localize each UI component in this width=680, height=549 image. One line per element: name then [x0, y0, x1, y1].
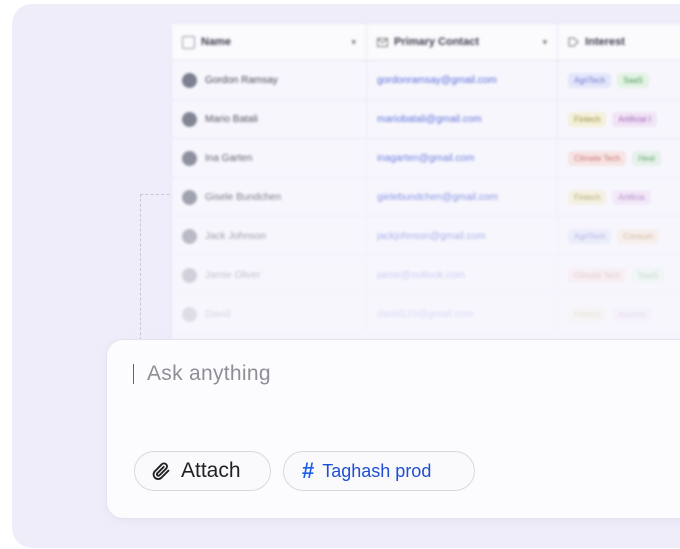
connector-line	[140, 194, 175, 345]
attach-label: Attach	[181, 459, 241, 482]
avatar	[182, 111, 197, 127]
table-row[interactable]: Mario Batali mariobatali@gmail.com Fintech…	[172, 100, 680, 139]
app-frame: Name ▾ Primary Contact ▾ Interest Gordon…	[12, 4, 680, 548]
cell-name[interactable]: Jamie Oliver	[172, 256, 368, 294]
cell-email[interactable]: jamie@outlook.com	[367, 256, 559, 294]
interest-tag: AgriTech	[568, 228, 612, 244]
chevron-down-icon[interactable]: ▾	[543, 37, 548, 48]
table-body: Gordon Ramsay gordonramsay@gmail.com AgriT…	[172, 61, 680, 334]
column-header-interest[interactable]: Interest	[558, 24, 680, 60]
interest-tag: Fintech	[568, 189, 607, 205]
tag-icon	[568, 37, 579, 47]
cell-email[interactable]: jackjohnson@gmail.com	[367, 217, 559, 255]
contact-email: david123@gmail.com	[377, 308, 474, 320]
context-tag-button[interactable]: # Taghash prod	[283, 451, 475, 491]
table-row[interactable]: Gordon Ramsay gordonramsay@gmail.com AgriT…	[172, 61, 680, 100]
avatar	[182, 306, 197, 322]
table-row[interactable]: Jamie Oliver jamie@outlook.com Climate Tec…	[172, 256, 680, 295]
cell-name[interactable]: Ina Garten	[172, 139, 368, 177]
cell-email[interactable]: gielebundchen@gmail.com	[367, 178, 559, 216]
chat-input-card[interactable]: Ask anything Attach # Taghash prod	[107, 340, 680, 518]
interest-tag: Artificia	[612, 189, 651, 205]
column-label: Primary Contact	[394, 36, 479, 48]
hashtag-icon: #	[302, 458, 315, 483]
cell-name[interactable]: Jack Johnson	[172, 217, 368, 255]
contact-name: David	[205, 308, 231, 320]
checkbox-icon[interactable]	[182, 35, 195, 49]
interest-tag: Climate Tech	[568, 267, 627, 283]
cell-email[interactable]: gordonramsay@gmail.com	[367, 61, 559, 99]
contact-name: Ina Garten	[205, 152, 253, 164]
contact-name: Gordon Ramsay	[205, 74, 278, 86]
cell-name[interactable]: Mario Batali	[172, 100, 368, 138]
contact-name: Jamie Oliver	[205, 269, 261, 281]
interest-tag: Artificial I	[612, 111, 657, 127]
cell-interest[interactable]: Climate Tech SaaS	[558, 256, 680, 294]
context-tag-label: Taghash prod	[322, 460, 432, 481]
table-row[interactable]: Ina Garten inagarten@gmail.com Climate Tec…	[172, 139, 680, 178]
interest-tag: Automo	[612, 306, 652, 322]
table-row[interactable]: Gisele Bundchen gielebundchen@gmail.com Fi…	[172, 178, 680, 217]
column-label: Interest	[585, 36, 625, 48]
cell-name[interactable]: Gordon Ramsay	[172, 61, 368, 99]
interest-tag: Heal	[632, 150, 661, 166]
avatar	[182, 150, 197, 166]
interest-tag: Fintech	[568, 306, 607, 322]
interest-tag: Climate Tech	[568, 150, 627, 166]
cell-interest[interactable]: Fintech Artificial I	[558, 100, 680, 138]
prompt-placeholder: Ask anything	[147, 362, 271, 385]
text-cursor	[133, 364, 134, 384]
contact-email: inagarten@gmail.com	[377, 152, 475, 164]
paperclip-icon	[152, 462, 170, 480]
cell-interest[interactable]: Fintech Artificia	[558, 178, 680, 216]
interest-tag: Fintech	[568, 111, 607, 127]
contacts-table: Name ▾ Primary Contact ▾ Interest Gordon…	[172, 24, 680, 354]
contact-email: mariobatali@gmail.com	[377, 113, 482, 125]
cell-name[interactable]: Gisele Bundchen	[172, 178, 368, 216]
cell-email[interactable]: mariobatali@gmail.com	[367, 100, 559, 138]
avatar	[182, 228, 197, 244]
attach-button[interactable]: Attach	[134, 451, 271, 491]
interest-tag: AgriTech	[568, 72, 612, 88]
column-label: Name	[201, 36, 231, 48]
contact-name: Jack Johnson	[205, 230, 267, 242]
cell-email[interactable]: david123@gmail.com	[367, 295, 559, 333]
avatar	[182, 72, 197, 88]
table-row[interactable]: Jack Johnson jackjohnson@gmail.com AgriTec…	[172, 217, 680, 256]
table-row[interactable]: David david123@gmail.com Fintech Automo	[172, 295, 680, 334]
prompt-input[interactable]: Ask anything	[133, 362, 271, 386]
contact-email: gielebundchen@gmail.com	[377, 191, 498, 203]
contact-name: Gisele Bundchen	[205, 191, 282, 203]
email-icon	[377, 37, 389, 47]
cell-interest[interactable]: AgriTech SaaS	[558, 61, 680, 99]
interest-tag: SaaS	[632, 267, 664, 283]
cell-interest[interactable]: Climate Tech Heal	[558, 139, 680, 177]
interest-tag: Consum	[617, 228, 660, 244]
avatar	[182, 267, 197, 283]
column-header-name[interactable]: Name ▾	[172, 24, 368, 60]
cell-interest[interactable]: Fintech Automo	[558, 295, 680, 333]
cell-name[interactable]: David	[172, 295, 368, 333]
contact-email: jackjohnson@gmail.com	[377, 230, 486, 242]
avatar	[182, 189, 197, 205]
column-header-primary-contact[interactable]: Primary Contact ▾	[367, 24, 559, 60]
cell-interest[interactable]: AgriTech Consum	[558, 217, 680, 255]
table-header: Name ▾ Primary Contact ▾ Interest	[172, 24, 680, 61]
chevron-down-icon[interactable]: ▾	[351, 37, 356, 48]
contact-email: jamie@outlook.com	[377, 269, 465, 281]
contact-name: Mario Batali	[205, 113, 258, 125]
interest-tag: SaaS	[617, 72, 649, 88]
cell-email[interactable]: inagarten@gmail.com	[367, 139, 559, 177]
contact-email: gordonramsay@gmail.com	[377, 74, 497, 86]
